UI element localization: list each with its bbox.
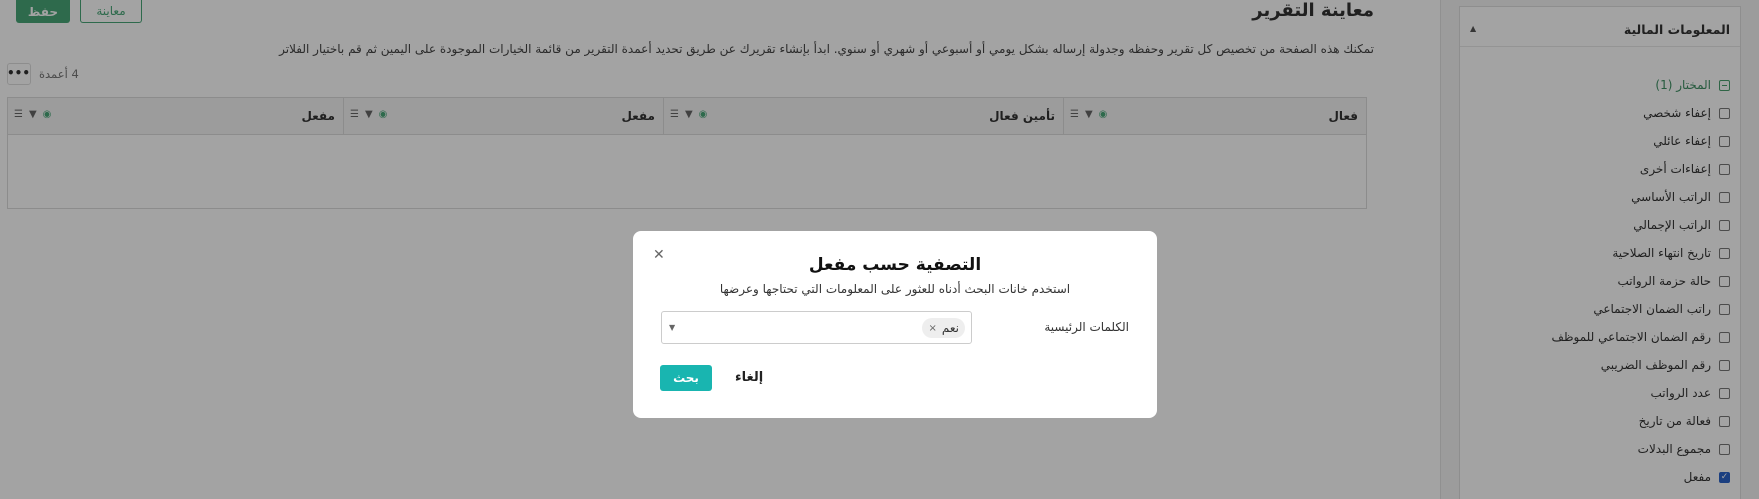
keyword-tag-label: نعم — [941, 321, 959, 335]
remove-tag-icon[interactable]: × — [928, 323, 936, 334]
keyword-tag: نعم × — [922, 318, 965, 338]
search-button[interactable]: بحث — [660, 365, 712, 391]
keywords-select[interactable]: نعم × ▼ — [661, 311, 972, 344]
keywords-label: الكلمات الرئيسية — [1044, 320, 1129, 334]
filter-modal: ✕ التصفية حسب مفعل استخدم خانات البحث أد… — [633, 231, 1157, 418]
cancel-button[interactable]: إلغاء — [729, 365, 769, 391]
chevron-down-icon[interactable]: ▼ — [669, 323, 675, 332]
modal-title: التصفية حسب مفعل — [808, 255, 982, 275]
modal-subtitle: استخدم خانات البحث أدناه للعثور على المع… — [719, 282, 1071, 296]
